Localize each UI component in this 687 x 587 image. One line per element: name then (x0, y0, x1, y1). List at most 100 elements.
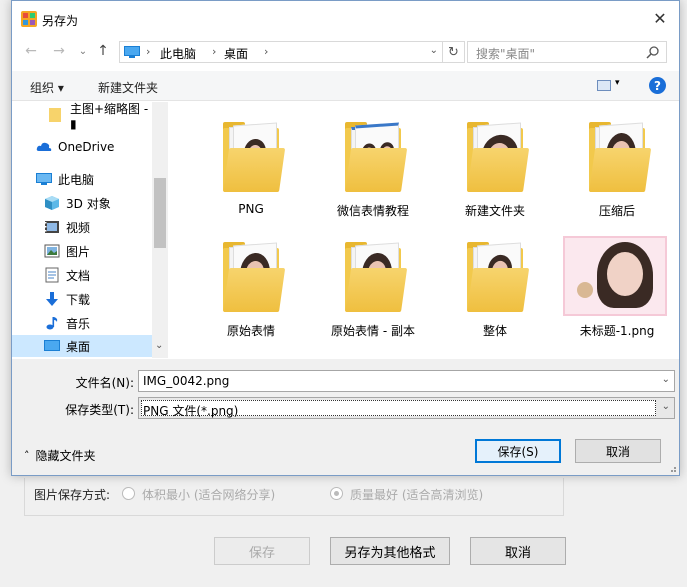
sidebar-item-this-pc[interactable]: 此电脑 (12, 168, 152, 190)
sidebar-item-desktop[interactable]: 桌面 (12, 335, 152, 357)
save-mode-label: 图片保存方式: (34, 488, 111, 502)
cancel-button[interactable]: 取消 (575, 439, 661, 463)
breadcrumb-item-desktop[interactable]: 桌面 (224, 45, 248, 62)
folder-icon (467, 122, 530, 192)
sidebar-item-documents[interactable]: 文档 (12, 264, 152, 286)
view-dropdown-icon[interactable]: ▾ (615, 78, 620, 88)
new-folder-button[interactable]: 新建文件夹 (98, 79, 158, 96)
address-bar[interactable]: › 此电脑 › 桌面 › ⌄ (119, 41, 443, 63)
filetype-label: 保存类型(T): (65, 403, 134, 417)
file-item-whole-folder[interactable]: 整体 (435, 226, 555, 341)
sidebar-item-onedrive[interactable]: OneDrive (12, 136, 152, 158)
sidebar-item-label: 音乐 (66, 316, 91, 331)
sidebar-item-label: 主图+缩略图 - ▮ (70, 102, 149, 131)
sidebar-item-label: 文档 (66, 268, 91, 283)
folder-icon (345, 122, 408, 192)
help-icon[interactable]: ? (649, 77, 666, 94)
chevron-down-icon[interactable]: ⌄ (662, 374, 670, 385)
filename-field[interactable]: IMG_0042.png ⌄ (138, 370, 675, 392)
document-icon (45, 267, 59, 283)
forward-arrow-icon[interactable]: → (50, 42, 68, 60)
hide-folders-label: 隐藏文件夹 (35, 449, 96, 463)
resize-grip-icon[interactable] (667, 463, 677, 473)
sticker-icon (577, 282, 593, 298)
save-options-panel: 文件名(N): IMG_0042.png ⌄ 保存类型(T): PNG 文件(*… (12, 359, 679, 475)
sidebar-item-label: 下载 (66, 292, 91, 307)
sidebar-item-label: 图片 (66, 244, 91, 259)
computer-icon (124, 46, 140, 58)
search-input[interactable]: 搜索"桌面" (467, 41, 667, 63)
filetype-select[interactable]: PNG 文件(*.png) ⌄ (138, 397, 675, 419)
chevron-down-icon[interactable]: ⌄ (662, 401, 670, 412)
music-icon (46, 317, 58, 330)
radio-small[interactable] (122, 487, 135, 500)
desktop-icon (44, 340, 60, 351)
file-name: 整体 (482, 324, 507, 338)
sidebar-item-label: 3D 对象 (66, 196, 111, 211)
breadcrumb-item-this-pc[interactable]: 此电脑 (160, 45, 196, 62)
file-item-original-emoji-folder[interactable]: 原始表情 (191, 226, 311, 341)
cube-icon (45, 196, 59, 210)
file-item-original-emoji-copy-folder[interactable]: 原始表情 - 副本 (313, 226, 433, 341)
refresh-icon[interactable]: ↻ (443, 41, 465, 63)
picture-icon (44, 244, 60, 258)
file-name: 原始表情 (226, 324, 275, 338)
bg-cancel-button[interactable]: 取消 (470, 537, 566, 565)
recent-locations-icon[interactable]: ⌄ (74, 42, 92, 60)
sidebar-item-label: OneDrive (58, 140, 115, 154)
search-placeholder: 搜索"桌面" (476, 47, 536, 61)
file-name: 原始表情 - 副本 (331, 324, 415, 338)
app-icon (21, 11, 37, 27)
close-icon[interactable]: ✕ (649, 7, 671, 29)
sidebar-item-3d-objects[interactable]: 3D 对象 (12, 192, 152, 214)
file-item-wechat-tutorial-folder[interactable]: 微信表情教程 (313, 106, 433, 221)
cloud-icon (36, 142, 52, 151)
file-item-new-folder[interactable]: 新建文件夹 (435, 106, 555, 221)
file-item-untitled-png[interactable]: 未标题-1.png (557, 226, 677, 341)
file-name: 压缩后 (598, 204, 635, 218)
sidebar-item-label: 此电脑 (58, 172, 95, 187)
sidebar-item-label: 桌面 (66, 339, 91, 354)
bg-save-other-button[interactable]: 另存为其他格式 (330, 537, 450, 565)
sidebar-item-label: 视频 (66, 220, 91, 235)
file-item-png-folder[interactable]: PNG (191, 106, 311, 221)
save-as-dialog: 另存为 ✕ ← → ⌄ ↑ › 此电脑 › 桌面 › ⌄ ↻ 搜索"桌面" 组织… (11, 0, 680, 476)
folder-icon (49, 108, 61, 122)
folder-icon (223, 242, 286, 312)
radio-quality[interactable] (330, 487, 343, 500)
dialog-title: 另存为 (42, 14, 79, 28)
sidebar-item-pictures[interactable]: 图片 (12, 240, 152, 262)
search-icon (646, 46, 659, 59)
back-arrow-icon[interactable]: ← (22, 42, 40, 60)
computer-icon (36, 173, 52, 185)
breadcrumb-separator: › (264, 45, 269, 58)
sidebar-item-downloads[interactable]: 下载 (12, 288, 152, 310)
toolbar: 组织 ▾ 新建文件夹 ▾ ? (12, 71, 679, 101)
hide-folders-toggle[interactable]: ˄ 隐藏文件夹 (24, 447, 96, 464)
bg-save-button[interactable]: 保存 (214, 537, 310, 565)
breadcrumb-separator: › (212, 45, 217, 58)
file-item-compressed-folder[interactable]: 压缩后 (557, 106, 677, 221)
navigation-pane: 主图+缩略图 - ▮ OneDrive 此电脑 3D 对象 视频 图片 文档 下… (12, 102, 168, 358)
up-arrow-icon[interactable]: ↑ (94, 42, 112, 60)
navigation-bar: ← → ⌄ ↑ › 此电脑 › 桌面 › ⌄ ↻ 搜索"桌面" (12, 37, 679, 67)
sidebar-item-folder[interactable]: 主图+缩略图 - ▮ (12, 102, 152, 131)
scrollbar-thumb[interactable] (154, 178, 166, 248)
breadcrumb-separator: › (146, 45, 151, 58)
scroll-down-icon[interactable]: ⌄ (155, 340, 163, 351)
folder-icon (467, 242, 530, 312)
file-name: 新建文件夹 (464, 204, 525, 218)
radio-quality-label: 质量最好 (适合高清浏览) (350, 488, 484, 502)
sidebar-item-music[interactable]: 音乐 (12, 312, 152, 334)
download-icon (46, 292, 58, 306)
save-button[interactable]: 保存(S) (475, 439, 561, 463)
file-list: PNG 微信表情教程 新建文件夹 压缩后 原始表情 原始表情 - 副本 整体 未… (169, 102, 679, 358)
sidebar-scrollbar[interactable]: ⌄ (152, 102, 168, 358)
title-bar[interactable]: 另存为 ✕ (12, 1, 679, 37)
sidebar-item-videos[interactable]: 视频 (12, 216, 152, 238)
address-dropdown-icon[interactable]: ⌄ (430, 45, 438, 56)
chevron-up-icon: ˄ (24, 449, 30, 462)
organize-button[interactable]: 组织 ▾ (30, 79, 64, 96)
folder-icon (223, 122, 286, 192)
view-icon[interactable] (597, 80, 611, 91)
